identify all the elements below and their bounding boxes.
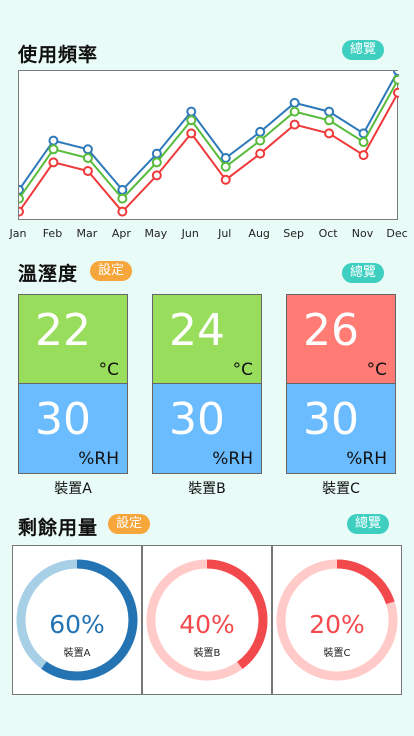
data-point [220, 153, 231, 163]
data-point [186, 106, 197, 117]
x-tick-label: Mar [76, 227, 98, 240]
x-tick-label: Jun [181, 227, 199, 240]
climate-card-c[interactable]: 26 °C 30 %RH [286, 294, 396, 474]
remaining-overview-button[interactable]: 總覽 [347, 514, 390, 534]
data-point [255, 148, 266, 159]
climate-device-label-c: 裝置C [322, 481, 360, 497]
data-point [117, 193, 128, 204]
data-point [82, 153, 93, 163]
data-point [82, 166, 93, 177]
remaining-device-label: 裝置C [323, 648, 351, 659]
data-point [48, 157, 59, 168]
x-tick-label: Apr [111, 227, 131, 240]
x-tick-label: Dec [386, 227, 408, 240]
temperature-panel: 22 °C [18, 294, 128, 385]
climate-card-a[interactable]: 22 °C 30 %RH [18, 294, 128, 474]
remaining-donut-c[interactable]: 20% 裝置C [272, 545, 402, 695]
temperature-value: 24 [169, 305, 225, 356]
x-tick-label: Oct [318, 227, 338, 240]
climate-overview-button[interactable]: 總覽 [342, 263, 385, 283]
data-point [324, 128, 335, 139]
data-point [151, 148, 162, 159]
humidity-unit: %RH [212, 449, 253, 469]
data-point [19, 193, 24, 204]
remaining-device-label: 裝置B [193, 648, 221, 659]
data-point [151, 170, 162, 181]
usage-chart-svg [19, 71, 399, 217]
remaining-percent: 20% [309, 610, 365, 639]
temperature-unit: °C [232, 360, 253, 380]
temperature-value: 26 [303, 305, 359, 356]
remaining-donut-a[interactable]: 60% 裝置A [12, 545, 142, 695]
x-tick-label: May [144, 227, 168, 240]
temperature-panel: 24 °C [152, 294, 262, 385]
data-point [393, 74, 399, 85]
data-point [151, 157, 162, 168]
x-tick-label: Nov [351, 227, 374, 240]
data-point [186, 128, 197, 139]
data-point [117, 184, 128, 195]
remaining-device-label: 裝置A [63, 648, 91, 659]
data-point [117, 206, 128, 217]
x-tick-label: Feb [42, 227, 63, 240]
humidity-panel: 30 %RH [18, 383, 128, 474]
remaining-settings-button[interactable]: 設定 [108, 514, 151, 534]
data-point [393, 87, 399, 98]
series-line-0 [19, 71, 399, 192]
data-point [324, 106, 335, 117]
usage-title: 使用頻率 [18, 44, 99, 66]
humidity-panel: 30 %RH [286, 383, 396, 474]
usage-line-chart [18, 70, 399, 220]
climate-device-label-a: 裝置A [54, 481, 92, 497]
data-point [186, 115, 197, 126]
climate-settings-button[interactable]: 設定 [90, 261, 133, 281]
data-point [289, 97, 300, 108]
data-point [255, 126, 266, 137]
remaining-percent: 40% [179, 610, 235, 639]
remaining-title: 剩餘用量 [18, 517, 99, 539]
data-point [220, 161, 231, 172]
humidity-value: 30 [303, 394, 359, 445]
data-point [255, 135, 266, 146]
temperature-value: 22 [35, 305, 91, 356]
humidity-panel: 30 %RH [152, 383, 262, 474]
data-point [324, 115, 335, 126]
usage-overview-button[interactable]: 總覽 [342, 40, 385, 60]
temperature-unit: °C [98, 360, 119, 380]
series-line-2 [19, 92, 399, 214]
data-point [289, 119, 300, 130]
humidity-value: 30 [169, 394, 225, 445]
temperature-unit: °C [366, 360, 387, 380]
data-point [393, 71, 399, 76]
data-point [358, 150, 369, 161]
x-tick-label: Aug [248, 227, 270, 240]
x-tick-label: Jul [218, 227, 232, 240]
data-point [289, 106, 300, 117]
humidity-value: 30 [35, 394, 91, 445]
data-point [48, 144, 59, 155]
humidity-unit: %RH [346, 449, 387, 469]
climate-device-label-b: 裝置B [188, 481, 226, 497]
humidity-unit: %RH [78, 449, 119, 469]
remaining-donut-b[interactable]: 40% 裝置B [142, 545, 272, 695]
data-point [48, 135, 59, 146]
temperature-panel: 26 °C [286, 294, 396, 385]
series-line-1 [19, 79, 399, 201]
data-point [19, 206, 24, 217]
data-point [220, 174, 231, 185]
data-point [82, 144, 93, 155]
remaining-percent: 60% [49, 610, 105, 639]
data-point [358, 137, 369, 148]
climate-title: 溫溼度 [18, 263, 79, 285]
climate-card-b[interactable]: 24 °C 30 %RH [152, 294, 262, 474]
x-tick-label: Sep [283, 227, 304, 240]
x-tick-label: Jan [9, 227, 27, 240]
